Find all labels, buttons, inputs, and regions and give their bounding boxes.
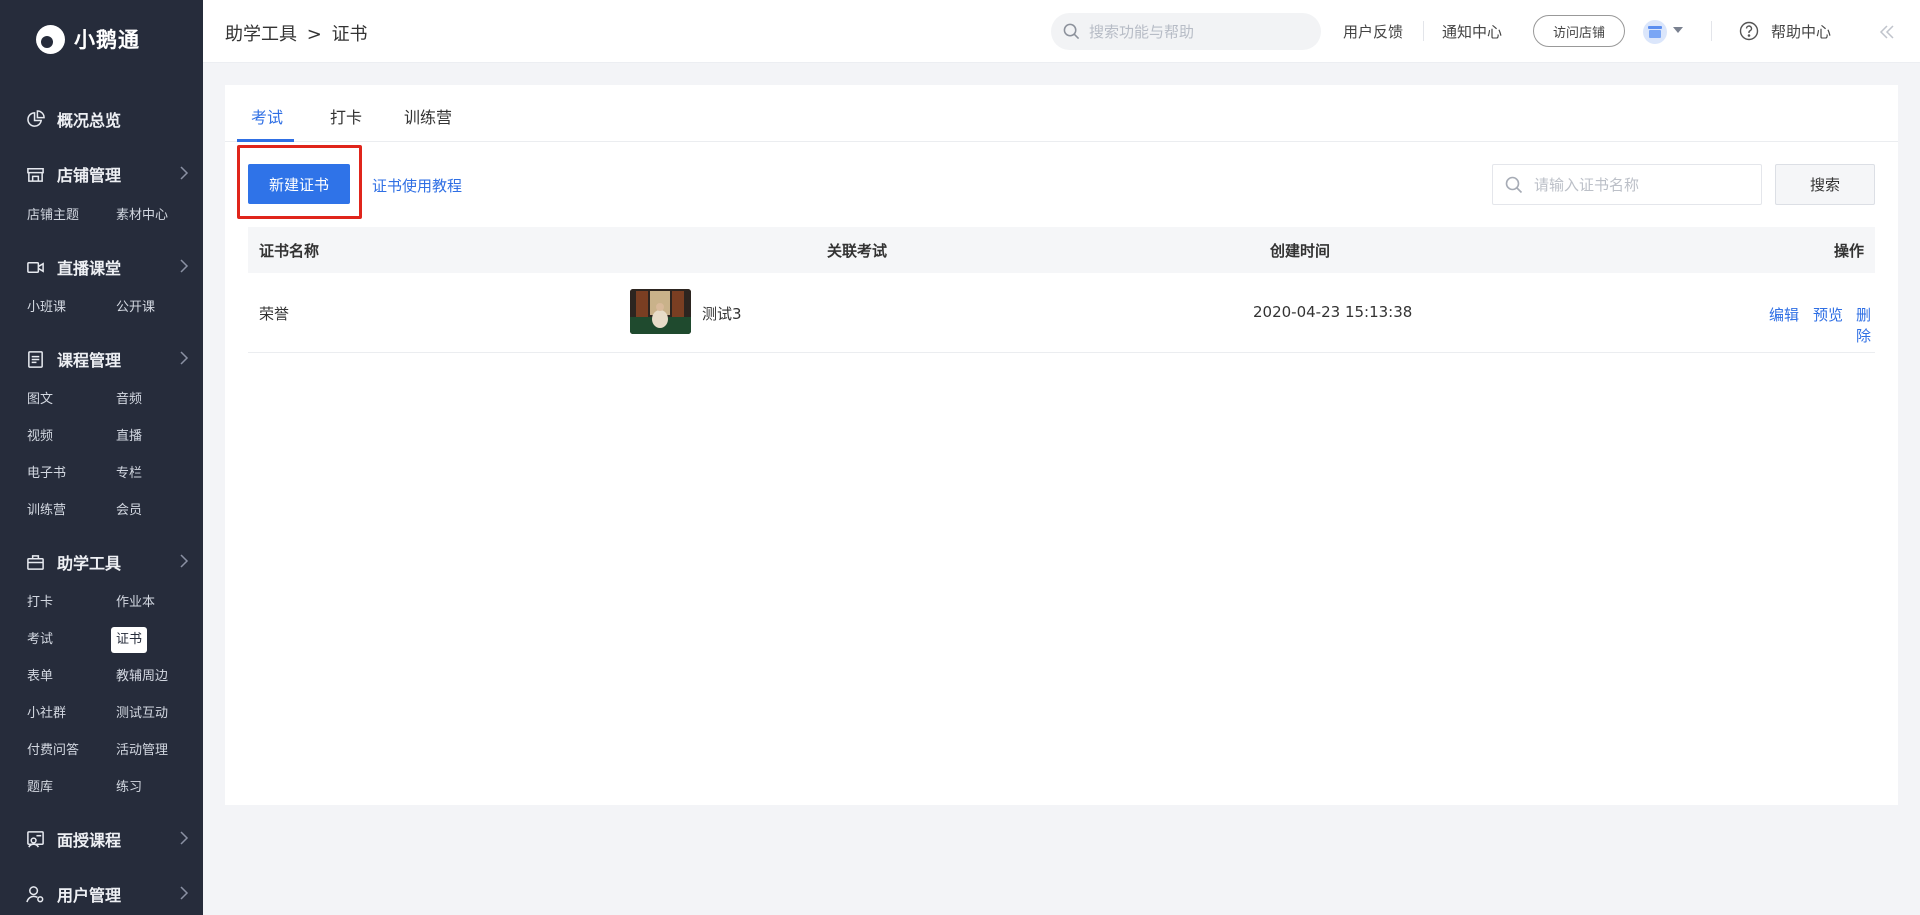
store-icon <box>25 164 45 184</box>
sidebar-sub-small-class[interactable]: 小班课 <box>22 295 71 321</box>
sidebar-sub-certificate[interactable]: 证书 <box>111 627 148 653</box>
chevron-right-icon <box>178 259 190 277</box>
certificate-panel: 考试 打卡 训练营 新建证书 证书使用教程 搜索 证书名称 关联考试 创建时间 … <box>225 85 1898 805</box>
sidebar-item-label: 助学工具 <box>57 554 122 573</box>
sidebar-sub-teaching-aids[interactable]: 教辅周边 <box>111 664 173 690</box>
classroom-icon <box>25 829 45 849</box>
sidebar-sub-camp[interactable]: 训练营 <box>22 498 71 524</box>
sidebar-sub-question-bank[interactable]: 题库 <box>22 775 58 801</box>
sidebar-sub-activity[interactable]: 活动管理 <box>111 738 173 764</box>
sidebar-sub-member[interactable]: 会员 <box>111 498 147 524</box>
sidebar-sub-community[interactable]: 小社群 <box>22 701 71 727</box>
sidebar-sub-store-theme[interactable]: 店铺主题 <box>22 203 84 229</box>
app-name: 小鹅通 <box>74 28 140 52</box>
sidebar-sub-homework[interactable]: 作业本 <box>111 590 160 616</box>
search-icon <box>1505 176 1523 193</box>
breadcrumb-parent[interactable]: 助学工具 <box>225 24 297 45</box>
toolbox-icon <box>25 552 45 572</box>
tab-exam[interactable]: 考试 <box>251 104 283 128</box>
sidebar-item-offline-course[interactable]: 面授课程 <box>25 824 190 854</box>
sidebar-sub-checkin[interactable]: 打卡 <box>22 590 58 616</box>
global-search-input[interactable] <box>1089 22 1299 41</box>
store-switch-icon[interactable] <box>1643 20 1667 44</box>
video-camera-icon <box>25 257 45 277</box>
column-header-created: 创建时间 <box>1270 242 1331 260</box>
certificate-search[interactable] <box>1492 164 1762 205</box>
related-exam[interactable]: 测试3 <box>702 303 742 324</box>
preview-link[interactable]: 预览 <box>1813 304 1843 325</box>
logo-icon <box>36 24 65 54</box>
chevron-right-icon <box>178 831 190 849</box>
chevron-right-icon <box>178 166 190 184</box>
caret-down-icon[interactable] <box>1673 27 1683 33</box>
sidebar-sub-form[interactable]: 表单 <box>22 664 58 690</box>
collapse-icon[interactable] <box>1878 24 1896 40</box>
sidebar-item-label: 用户管理 <box>57 886 122 905</box>
search-button[interactable]: 搜索 <box>1775 164 1875 205</box>
certificate-name: 荣誉 <box>259 305 290 323</box>
sidebar-sub-video[interactable]: 视频 <box>22 424 58 450</box>
certificate-search-input[interactable] <box>1534 175 1754 194</box>
edit-link[interactable]: 编辑 <box>1769 304 1799 325</box>
sidebar-sub-column[interactable]: 专栏 <box>111 461 147 487</box>
active-tab-indicator <box>237 139 294 142</box>
tab-bar: 考试 打卡 训练营 <box>225 85 1898 142</box>
sidebar-sub-ebook[interactable]: 电子书 <box>22 461 71 487</box>
sidebar-item-label: 面授课程 <box>57 831 122 850</box>
breadcrumb: 助学工具 > 证书 <box>225 20 372 46</box>
sidebar-item-label: 概况总览 <box>57 111 122 130</box>
feedback-link[interactable]: 用户反馈 <box>1343 21 1403 42</box>
exam-thumbnail <box>630 289 691 334</box>
sidebar-item-live[interactable]: 直播课堂 <box>25 252 190 282</box>
sidebar-item-course[interactable]: 课程管理 <box>25 344 190 374</box>
sidebar-sub-quiz[interactable]: 测试互动 <box>111 701 173 727</box>
sidebar-item-label: 直播课堂 <box>57 259 122 278</box>
tab-checkin[interactable]: 打卡 <box>330 104 362 128</box>
visit-store-button[interactable]: 访问店铺 <box>1533 15 1625 47</box>
global-search[interactable] <box>1051 13 1321 50</box>
sidebar-item-store[interactable]: 店铺管理 <box>25 159 190 189</box>
sidebar-sub-article[interactable]: 图文 <box>22 387 58 413</box>
divider <box>1711 21 1712 41</box>
help-center-link[interactable]: 帮助中心 <box>1771 21 1831 42</box>
app-logo[interactable]: 小鹅通 <box>36 24 140 54</box>
sidebar-sub-paid-qa[interactable]: 付费问答 <box>22 738 84 764</box>
column-header-exam: 关联考试 <box>827 242 888 260</box>
sidebar-sub-audio[interactable]: 音频 <box>111 387 147 413</box>
help-icon[interactable] <box>1739 21 1759 41</box>
sidebar-item-users[interactable]: 用户管理 <box>25 879 190 909</box>
user-settings-icon <box>25 884 45 904</box>
chevron-right-icon <box>178 886 190 904</box>
divider <box>1423 21 1424 41</box>
sidebar-item-tools[interactable]: 助学工具 <box>25 547 190 577</box>
sidebar: 小鹅通 概况总览 店铺管理 店铺主题 素材中心 直播课堂 小班课 公开课 课程管… <box>0 0 203 915</box>
top-header: 助学工具 > 证书 用户反馈 通知中心 访问店铺 帮助中心 <box>203 0 1920 63</box>
sidebar-item-overview[interactable]: 概况总览 <box>25 104 190 134</box>
search-icon <box>1063 23 1080 40</box>
pie-chart-icon <box>25 109 45 129</box>
chevron-right-icon <box>178 351 190 369</box>
chevron-right-icon <box>178 554 190 572</box>
column-header-actions: 操作 <box>1833 242 1864 260</box>
sidebar-sub-practice[interactable]: 练习 <box>111 775 147 801</box>
new-certificate-button[interactable]: 新建证书 <box>248 164 350 204</box>
sidebar-sub-exam[interactable]: 考试 <box>22 627 58 653</box>
column-header-name: 证书名称 <box>259 242 320 260</box>
created-time: 2020-04-23 15:13:38 <box>1253 303 1413 321</box>
notification-center-link[interactable]: 通知中心 <box>1442 21 1502 42</box>
delete-link[interactable]: 删除 <box>1856 304 1875 346</box>
breadcrumb-separator: > <box>306 24 322 45</box>
tab-camp[interactable]: 训练营 <box>404 104 452 128</box>
sidebar-sub-open-class[interactable]: 公开课 <box>111 295 160 321</box>
table-header: 证书名称 关联考试 创建时间 操作 <box>248 227 1875 273</box>
breadcrumb-current: 证书 <box>331 24 368 45</box>
sidebar-item-label: 店铺管理 <box>57 166 122 185</box>
table-row: 荣誉 测试3 2020-04-23 15:13:38 编辑 预览 删除 <box>248 273 1875 353</box>
certificate-tutorial-link[interactable]: 证书使用教程 <box>372 175 462 196</box>
sidebar-sub-live[interactable]: 直播 <box>111 424 147 450</box>
sidebar-item-label: 课程管理 <box>57 351 122 370</box>
sidebar-sub-material-center[interactable]: 素材中心 <box>111 203 173 229</box>
document-icon <box>25 349 45 369</box>
